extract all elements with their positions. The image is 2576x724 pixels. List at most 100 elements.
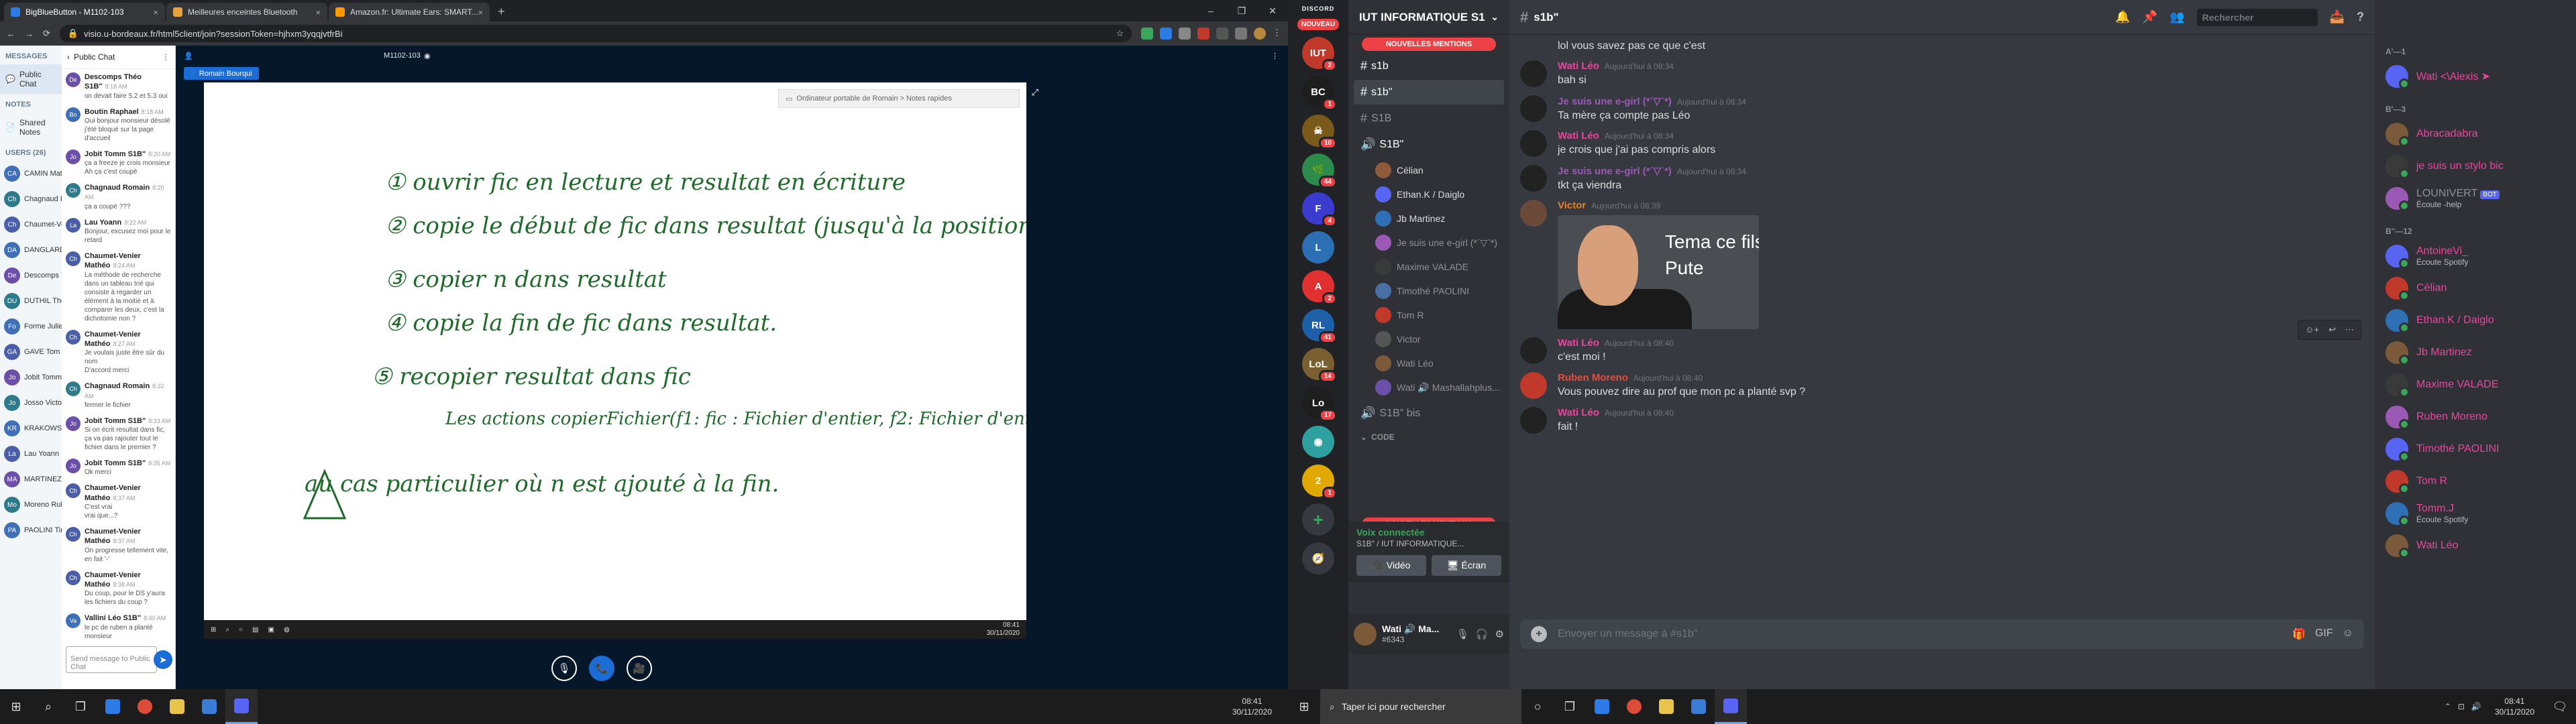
microphone-icon[interactable]: 🎙 (1456, 628, 1469, 640)
user-list-item[interactable]: CA CAMIN Mattéo S1B (0, 161, 62, 186)
user-list-item[interactable]: De Descomps Théo S1B (0, 263, 62, 288)
voice-channel-path[interactable]: S1B" / IUT INFORMATIQUE... (1356, 539, 1501, 548)
message-composer[interactable]: + Envoyer un message à #s1b" 🎁 GIF ☺ (1520, 619, 2364, 649)
user-list-item[interactable]: Fo Forme Julien (0, 314, 62, 339)
server-icon[interactable]: ◉ (1302, 426, 1334, 458)
chrome-icon[interactable] (129, 689, 161, 724)
network-icon[interactable]: ⊡ (2458, 702, 2465, 711)
minimize-icon[interactable]: – (1195, 5, 1226, 16)
video-button[interactable]: 🎥 Vidéo (1356, 555, 1426, 576)
explore-servers-icon[interactable]: 🧭 (1302, 542, 1334, 575)
tab-bigbluebutton[interactable]: BigBlueButton - M1102-103 × (4, 3, 165, 21)
server-icon[interactable]: BC 1 (1302, 76, 1337, 111)
new-tab-button[interactable]: + (491, 5, 512, 21)
member-item[interactable]: je suis un stylo bic (2385, 150, 2568, 182)
server-icon[interactable]: Lo 17 (1302, 387, 1337, 422)
app-icon[interactable] (97, 689, 129, 724)
message-author[interactable]: Je suis une e-girl (*´▽`*) (1558, 96, 1672, 107)
avatar[interactable] (1520, 60, 1547, 87)
add-server-icon[interactable]: + (1302, 503, 1334, 536)
member-item[interactable]: LOUNIVERT BOT Écoute -help (2385, 182, 2568, 215)
chrome-icon[interactable] (1618, 689, 1650, 724)
voice-user[interactable]: Célian (1348, 158, 1509, 182)
member-item[interactable]: Maxime VALADE (2385, 369, 2568, 401)
search-input[interactable]: Rechercher (2196, 8, 2318, 26)
message-author[interactable]: Wati Léo (1558, 60, 1599, 72)
avatar[interactable] (1520, 165, 1547, 192)
gift-icon[interactable]: 🎁 (2292, 627, 2306, 641)
member-item[interactable]: Tomm.J Écoute Spotify (2385, 497, 2568, 530)
close-tab-icon[interactable]: × (153, 7, 158, 17)
file-explorer-icon[interactable] (1650, 689, 1682, 724)
member-item[interactable]: Abracadabra (2385, 118, 2568, 150)
server-icon[interactable]: 21 (1302, 465, 1337, 499)
channel-item[interactable]: # s1b" (1354, 80, 1504, 105)
member-item[interactable]: AntoineVi_ Écoute Spotify (2385, 240, 2568, 272)
taskbar-search[interactable]: ⌕ Taper ici pour rechercher (1320, 689, 1521, 724)
store-icon[interactable] (1682, 689, 1715, 724)
server-icon[interactable]: LoL 14 (1302, 348, 1337, 383)
voice-user[interactable]: Maxime VALADE (1348, 255, 1509, 279)
windows-start-icon[interactable]: ⊞ (0, 689, 32, 724)
server-header[interactable]: IUT INFORMATIQUE S1 ⌄ (1348, 0, 1509, 35)
avatar[interactable] (1520, 95, 1547, 122)
taskview-icon[interactable]: ❐ (1554, 689, 1586, 724)
voice-user[interactable]: Je suis une e-girl (*´▽`*) (1348, 231, 1509, 255)
voice-user[interactable]: Ethan.K / Daiglo (1348, 182, 1509, 206)
channel-s1b-bis[interactable]: 🔊 S1B" bis (1354, 401, 1504, 426)
star-icon[interactable]: ☆ (1116, 28, 1124, 39)
meme-image[interactable]: Tema ce fils de Pute (1558, 215, 1759, 329)
headphones-icon[interactable]: 🎧 (1476, 628, 1489, 640)
app-icon[interactable] (1586, 689, 1618, 724)
taskview-icon[interactable]: ❐ (64, 689, 97, 724)
voice-user[interactable]: Timothé PAOLINI (1348, 279, 1509, 303)
message-author[interactable]: Wati Léo (1558, 130, 1599, 141)
menu-kebab-icon[interactable]: ⋮ (1273, 27, 1281, 40)
close-window-icon[interactable]: ✕ (1257, 5, 1288, 17)
avatar[interactable] (1354, 623, 1377, 646)
member-item[interactable]: Wati Léo (2385, 530, 2568, 562)
member-item[interactable]: Tom R (2385, 465, 2568, 497)
member-item[interactable]: Ruben Moreno (2385, 401, 2568, 433)
screen-share-button[interactable]: 🖥 Écran (1432, 555, 1501, 576)
back-icon[interactable]: ← (7, 29, 15, 39)
taskbar-clock[interactable]: 08:41 30/11/2020 (1223, 696, 1281, 717)
voice-user[interactable]: Victor (1348, 327, 1509, 351)
tab-amazon[interactable]: Amazon.fr: Ultimate Ears: SMART... × (329, 3, 490, 21)
member-item[interactable]: Wati <\Alexis ➤ (2385, 60, 2568, 93)
channel-item[interactable]: 🔊 S1B" (1354, 132, 1504, 157)
bell-icon[interactable]: 🔔 (2115, 10, 2130, 24)
search-icon[interactable]: ⌕ (32, 689, 64, 724)
profile-avatar[interactable] (1254, 27, 1266, 40)
send-button[interactable]: ➤ (154, 650, 172, 669)
user-list-item[interactable]: Ch Chaumet-Venier Ma... (0, 212, 62, 237)
fullscreen-icon[interactable]: ⤢ (1032, 87, 1038, 98)
user-list-toggle-icon[interactable]: 👤 (184, 52, 193, 60)
voice-user[interactable]: Wati 🔊 Mashallahplus... (1348, 375, 1509, 400)
extension-icon[interactable] (1197, 27, 1210, 40)
member-item[interactable]: Célian (2385, 272, 2568, 304)
server-icon[interactable]: ☠ 10 (1302, 115, 1337, 149)
chat-options-icon[interactable]: ⋮ (162, 52, 170, 62)
server-icon[interactable]: A2 (1302, 270, 1337, 305)
options-kebab-icon[interactable]: ⋮ (1271, 52, 1279, 60)
shared-notes-item[interactable]: 📄 Shared Notes (0, 113, 62, 142)
voice-user[interactable]: Jb Martinez (1348, 206, 1509, 231)
show-desktop[interactable] (1281, 689, 1288, 724)
user-list-item[interactable]: Jo Jobit Tomm S1B" (0, 365, 62, 390)
tab-enceintes[interactable]: Meilleures enceintes Bluetooth × (166, 3, 327, 21)
windows-start-icon[interactable]: ⊞ (1288, 689, 1320, 724)
server-icon[interactable]: RL 41 (1302, 309, 1337, 344)
extension-icon[interactable] (1160, 27, 1172, 40)
gif-icon[interactable]: GIF (2315, 627, 2333, 641)
avatar[interactable] (1520, 130, 1547, 157)
message-author[interactable]: Je suis une e-girl (*´▽`*) (1558, 166, 1672, 177)
pin-icon[interactable]: 📌 (2143, 10, 2157, 24)
message-author[interactable]: Wati Léo (1558, 337, 1599, 349)
settings-gear-icon[interactable]: ⚙ (1495, 628, 1504, 640)
extension-icon[interactable] (1235, 27, 1247, 40)
tray-chevron-icon[interactable]: ⌃ (2445, 702, 2451, 711)
volume-icon[interactable]: 🔊 (2471, 702, 2481, 711)
category-code[interactable]: ⌄ CODE (1354, 427, 1504, 447)
chat-input[interactable]: Send message to Public Chat (66, 646, 157, 673)
